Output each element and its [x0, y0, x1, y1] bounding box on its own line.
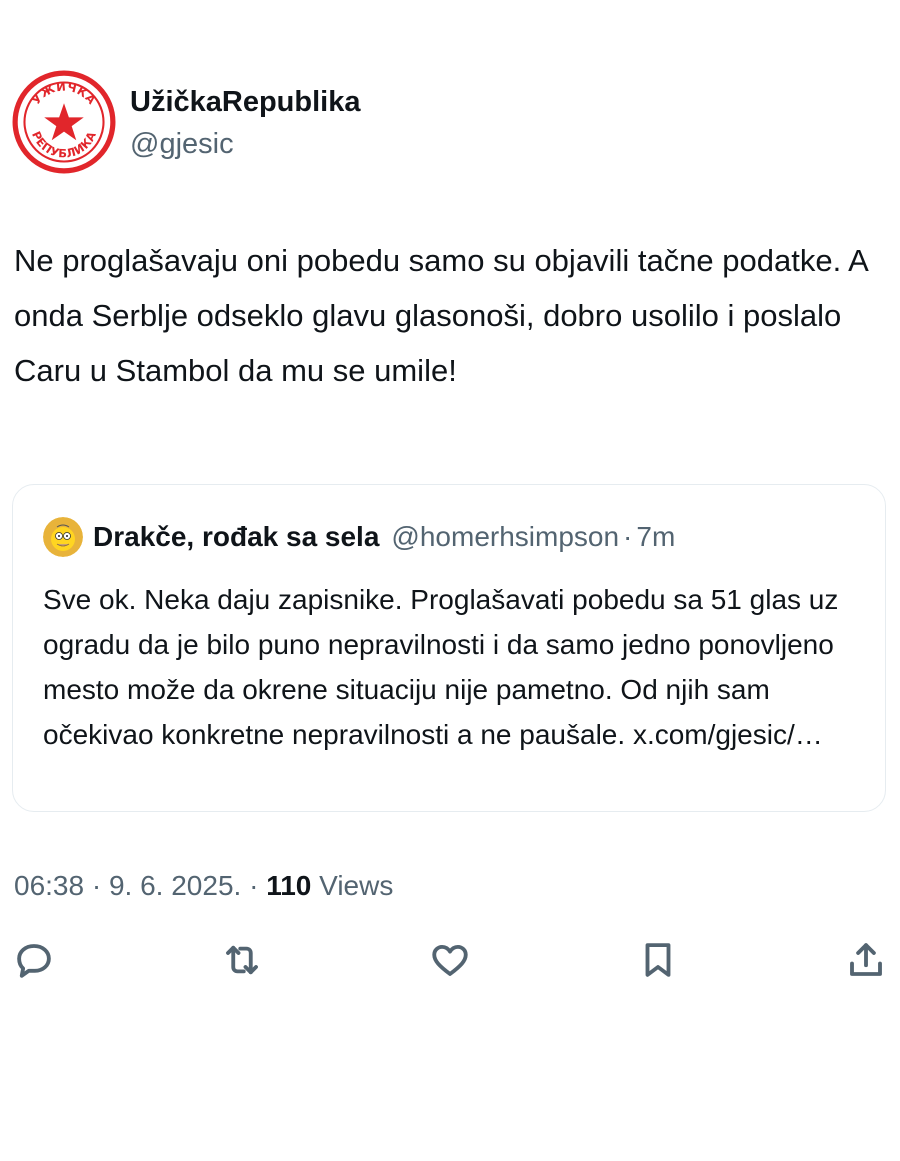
quoted-link[interactable]: x.com/gjesic/… — [633, 719, 823, 750]
separator-dot: · — [91, 870, 102, 901]
avatar[interactable]: УЖИЧКА РЕПУБЛИКА — [12, 70, 116, 174]
quoted-display-name[interactable]: Drakče, rođak sa sela — [93, 521, 379, 553]
tweet-date[interactable]: 9. 6. 2025. — [109, 870, 241, 901]
reply-icon — [17, 944, 51, 978]
tweet-text: Ne proglašavaju oni pobedu samo su objav… — [14, 243, 868, 388]
heart-icon — [432, 944, 468, 976]
quoted-text: Sve ok. Neka daju zapisnike. Proglašavat… — [43, 577, 863, 757]
user-info: UžičkaRepublika @gjesic — [130, 70, 360, 164]
quoted-timestamp[interactable]: 7m — [636, 521, 675, 553]
quoted-tweet-header: Drakče, rođak sa sela @homerhsimpson · 7… — [43, 517, 675, 557]
reply-button[interactable] — [4, 930, 64, 990]
like-button[interactable] — [420, 930, 480, 990]
display-name[interactable]: UžičkaRepublika — [130, 84, 360, 120]
repost-button[interactable] — [212, 930, 272, 990]
share-button[interactable] — [836, 930, 896, 990]
separator-dot: · — [623, 521, 633, 552]
user-handle[interactable]: @gjesic — [130, 124, 360, 164]
tweet-meta: 06:38 · 9. 6. 2025. · 110 Views — [14, 866, 393, 906]
bookmark-button[interactable] — [628, 930, 688, 990]
tweet-header: УЖИЧКА РЕПУБЛИКА UžičkaRepublika @gjesic — [12, 70, 360, 174]
bookmark-icon — [645, 943, 671, 977]
action-bar — [0, 930, 900, 994]
quoted-handle[interactable]: @homerhsimpson — [391, 521, 619, 553]
homer-avatar-icon[interactable] — [43, 517, 83, 557]
repost-icon — [226, 945, 258, 975]
share-icon — [850, 943, 882, 976]
views-count: 110 — [266, 870, 312, 901]
views-label: Views — [319, 870, 394, 901]
separator-dot: · — [249, 870, 259, 901]
tweet-card: УЖИЧКА РЕПУБЛИКА UžičkaRepublika @gjesic… — [0, 0, 900, 1161]
tweet-time[interactable]: 06:38 — [14, 870, 84, 901]
quoted-tweet[interactable]: Drakče, rođak sa sela @homerhsimpson · 7… — [12, 484, 886, 812]
